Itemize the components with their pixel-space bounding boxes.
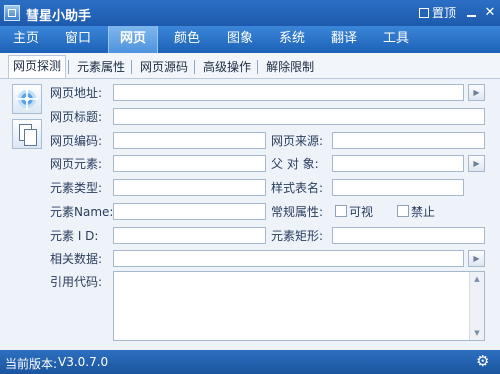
style-field[interactable] bbox=[332, 179, 464, 196]
related-label: 相关数据: bbox=[50, 252, 103, 266]
pin-label: 置顶 bbox=[432, 6, 457, 20]
scroll-up-icon[interactable]: ▲ bbox=[470, 272, 484, 286]
version-label: 当前版本: bbox=[5, 357, 58, 371]
name-field[interactable] bbox=[113, 203, 266, 220]
element-field[interactable] bbox=[113, 155, 266, 172]
tab-separator bbox=[68, 60, 70, 74]
tab-element-props[interactable]: 元素属性 bbox=[73, 57, 129, 78]
copy-button[interactable] bbox=[12, 119, 42, 149]
tab-advanced[interactable]: 高级操作 bbox=[199, 57, 255, 78]
detect-button[interactable] bbox=[12, 84, 42, 114]
disabled-label: 禁止 bbox=[411, 205, 436, 219]
window-title: 彗星小助手 bbox=[26, 9, 92, 24]
url-label: 网页地址: bbox=[50, 86, 103, 100]
rect-field[interactable] bbox=[332, 227, 485, 244]
sub-tabs: 网页探测 元素属性 网页源码 高级操作 解除限制 bbox=[0, 53, 500, 79]
id-field[interactable] bbox=[113, 227, 266, 244]
encoding-field[interactable] bbox=[113, 132, 266, 149]
rect-label: 元素矩形: bbox=[271, 229, 324, 243]
common-props-label: 常规属性: bbox=[271, 205, 324, 219]
disabled-checkbox[interactable] bbox=[397, 205, 409, 217]
tab-separator bbox=[194, 60, 196, 74]
url-field[interactable] bbox=[113, 84, 464, 101]
code-textarea[interactable]: ▲ ▼ bbox=[113, 271, 485, 341]
tab-web-detect[interactable]: 网页探测 bbox=[8, 55, 67, 78]
parent-arrow-icon[interactable]: ▶ bbox=[468, 155, 485, 172]
app-icon bbox=[4, 5, 20, 21]
main-menu: 主页 窗口 网页 颜色 图象 系统 翻译 工具 bbox=[0, 26, 500, 53]
related-field[interactable] bbox=[113, 250, 464, 267]
minimize-button[interactable] bbox=[464, 5, 480, 20]
gear-icon[interactable]: ⚙ bbox=[476, 353, 489, 370]
menu-item-web[interactable]: 网页 bbox=[108, 26, 158, 53]
menu-item-translate[interactable]: 翻译 bbox=[318, 26, 370, 53]
pin-toggle[interactable]: 置顶 bbox=[419, 4, 456, 21]
source-field[interactable] bbox=[332, 132, 485, 149]
url-arrow-icon[interactable]: ▶ bbox=[468, 84, 485, 101]
visible-checkbox[interactable] bbox=[335, 205, 347, 217]
menu-item-tools[interactable]: 工具 bbox=[370, 26, 422, 53]
title-field[interactable] bbox=[113, 108, 485, 125]
tab-unlock[interactable]: 解除限制 bbox=[262, 57, 318, 78]
type-label: 元素类型: bbox=[50, 181, 103, 195]
name-label: 元素Name: bbox=[50, 205, 114, 219]
menu-item-system[interactable]: 系统 bbox=[266, 26, 318, 53]
element-label: 网页元素: bbox=[50, 157, 103, 171]
scroll-down-icon[interactable]: ▼ bbox=[470, 326, 484, 340]
parent-field[interactable] bbox=[332, 155, 464, 172]
pin-checkbox-icon[interactable] bbox=[419, 7, 429, 18]
visible-label: 可视 bbox=[349, 205, 374, 219]
source-label: 网页来源: bbox=[271, 134, 324, 148]
copy-icon-front bbox=[24, 129, 37, 146]
type-field[interactable] bbox=[113, 179, 266, 196]
version-value: V3.0.7.0 bbox=[58, 355, 109, 369]
title-label: 网页标题: bbox=[50, 110, 103, 124]
tab-separator bbox=[257, 60, 259, 74]
menu-item-home[interactable]: 主页 bbox=[0, 26, 52, 53]
menu-item-window[interactable]: 窗口 bbox=[52, 26, 104, 53]
app-window: 彗星小助手 置顶 ✕ 主页 窗口 网页 颜色 图象 系统 翻译 工具 网页探测 … bbox=[0, 0, 500, 374]
close-button[interactable]: ✕ bbox=[482, 5, 498, 20]
related-arrow-icon[interactable]: ▶ bbox=[468, 250, 485, 267]
status-bar: 当前版本: V3.0.7.0 ⚙ bbox=[0, 350, 500, 374]
tab-page-source[interactable]: 网页源码 bbox=[136, 57, 192, 78]
code-scrollbar[interactable]: ▲ ▼ bbox=[469, 272, 484, 340]
parent-label: 父 对 象: bbox=[271, 157, 319, 171]
code-label: 引用代码: bbox=[50, 275, 103, 289]
menu-item-image[interactable]: 图象 bbox=[214, 26, 266, 53]
crosshair-icon bbox=[16, 88, 38, 110]
tab-separator bbox=[131, 60, 133, 74]
menu-item-color[interactable]: 颜色 bbox=[162, 26, 212, 53]
title-bar[interactable]: 彗星小助手 置顶 ✕ bbox=[0, 0, 500, 26]
id-label: 元素 I D: bbox=[50, 229, 99, 243]
encoding-label: 网页编码: bbox=[50, 134, 103, 148]
style-label: 样式表名: bbox=[271, 181, 324, 195]
